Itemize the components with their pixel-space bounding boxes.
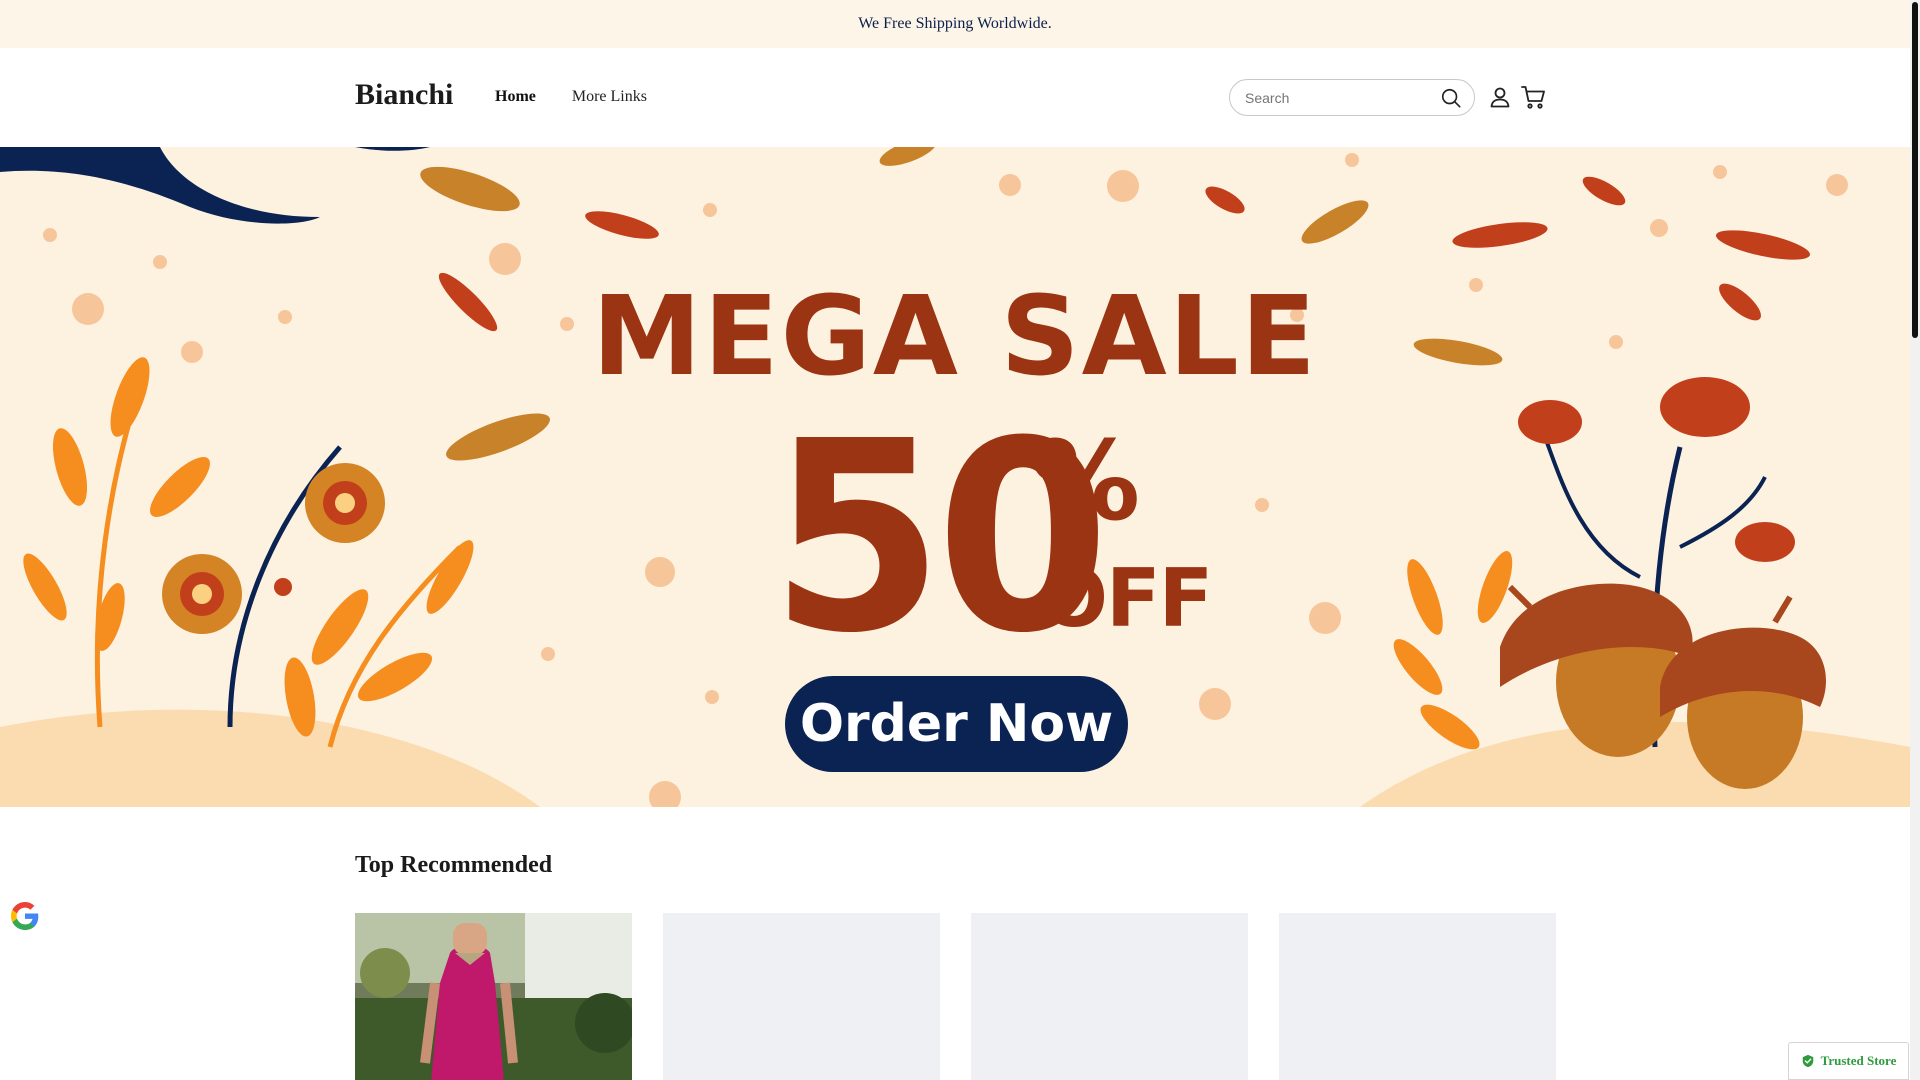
hero-banner[interactable]: MEGA SALE 50 % OFF Order Now — [0, 147, 1910, 807]
trusted-store-badge[interactable]: Trusted Store — [1788, 1042, 1909, 1080]
nav-more-links[interactable]: More Links — [572, 88, 647, 106]
trusted-store-label: Trusted Store — [1820, 1053, 1897, 1068]
google-icon[interactable] — [9, 900, 41, 932]
site-logo[interactable]: Bianchi — [355, 78, 453, 112]
announcement-text: We Free Shipping Worldwide. — [858, 15, 1052, 32]
search-icon[interactable] — [1440, 87, 1462, 109]
hero-title: MEGA SALE — [592, 272, 1318, 400]
search-box[interactable] — [1229, 79, 1475, 116]
product-card-placeholder[interactable] — [1279, 913, 1556, 1080]
hero-percent-sign: % — [1030, 417, 1141, 545]
product-card-placeholder[interactable] — [663, 913, 940, 1080]
product-card[interactable] — [355, 913, 632, 1080]
product-card-placeholder[interactable] — [971, 913, 1248, 1080]
nav-home[interactable]: Home — [495, 88, 536, 106]
main-nav: Home More Links — [495, 88, 647, 106]
page-scrollbar[interactable] — [1910, 0, 1920, 1080]
cart-icon[interactable] — [1520, 84, 1546, 110]
search-input[interactable] — [1245, 89, 1430, 106]
product-grid — [355, 913, 1556, 1080]
hero-off: OFF — [1040, 552, 1213, 645]
shield-check-icon — [1802, 1054, 1813, 1068]
order-now-button[interactable]: Order Now — [785, 676, 1128, 772]
announcement-bar: We Free Shipping Worldwide. — [0, 0, 1910, 48]
product-image — [355, 913, 632, 1080]
user-icon[interactable] — [1488, 85, 1512, 109]
scrollbar-thumb[interactable] — [1912, 2, 1918, 338]
section-title-top-recommended: Top Recommended — [355, 852, 553, 878]
site-header: Bianchi Home More Links — [0, 48, 1910, 147]
